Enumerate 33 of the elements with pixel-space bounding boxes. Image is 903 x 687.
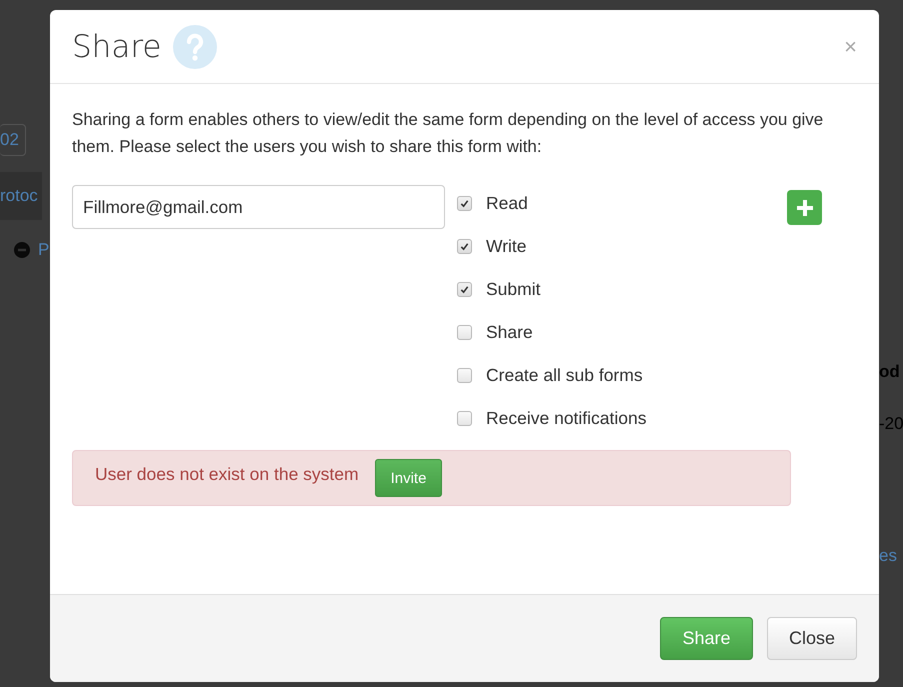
close-button[interactable]: Close: [767, 617, 857, 660]
plus-icon: [794, 198, 814, 218]
checkbox[interactable]: [457, 282, 472, 297]
dialog-title: Share: [72, 28, 162, 64]
checkbox-label: Receive notifications: [486, 408, 646, 429]
checkbox-label: Submit: [486, 279, 540, 300]
checkbox[interactable]: [457, 411, 472, 426]
checkbox-label: Share: [486, 322, 533, 343]
checkbox[interactable]: [457, 196, 472, 211]
checkbox[interactable]: [457, 239, 472, 254]
share-button[interactable]: Share: [660, 617, 753, 660]
table-cell: -20: [879, 414, 903, 434]
intro-text: Sharing a form enables others to view/edit the same form depending on the level of access you give them. Please select the users you wish to share this form with:: [72, 109, 824, 158]
checkbox[interactable]: [457, 325, 472, 340]
page-link[interactable]: 02: [0, 124, 26, 156]
checkbox-label: Read: [486, 193, 528, 214]
checkbox-label: Write: [486, 236, 527, 257]
page-link[interactable]: rotoc: [0, 172, 42, 220]
checkmark-icon: [460, 242, 469, 251]
close-button[interactable]: ×: [844, 34, 857, 60]
invite-button[interactable]: Invite: [374, 459, 442, 497]
checkmark-icon: [460, 199, 469, 208]
checkbox-label: Create all sub forms: [486, 365, 643, 386]
add-button[interactable]: [787, 190, 822, 225]
page-link[interactable]: P: [38, 240, 50, 260]
checkbox[interactable]: [457, 368, 472, 383]
checkmark-icon: [460, 285, 469, 294]
email-input[interactable]: Fillmore@gmail.com: [72, 185, 445, 229]
help-icon[interactable]: [173, 24, 218, 68]
column-heading: od: [879, 362, 900, 382]
page-link[interactable]: es: [879, 546, 897, 566]
alert-message: User does not exist on the system: [95, 464, 359, 484]
minus-circle-icon[interactable]: [14, 242, 30, 258]
